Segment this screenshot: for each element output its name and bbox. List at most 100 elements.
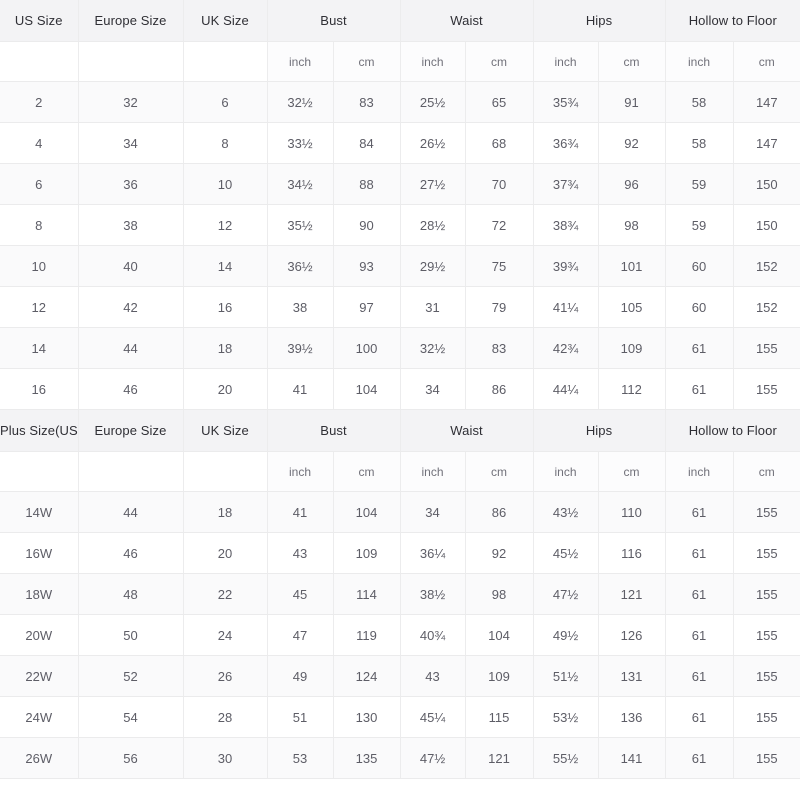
column-header-europe-size: Europe Size bbox=[78, 0, 184, 42]
cell-us-size: 4 bbox=[0, 122, 79, 164]
cell-uk-size: 12 bbox=[183, 204, 268, 246]
cell-bust-cm: 109 bbox=[333, 532, 401, 574]
table-row: 22W 52 26 49 124 43 109 51½ 131 61 155 bbox=[0, 655, 800, 697]
cell-us-size: 16 bbox=[0, 368, 79, 410]
cell-waist-cm: 68 bbox=[465, 122, 534, 164]
cell-bust-inch: 45 bbox=[267, 573, 334, 615]
cell-bust-cm: 88 bbox=[333, 163, 401, 205]
plus-unit-cell-hips-cm: cm bbox=[598, 451, 666, 492]
cell-hollow-inch: 61 bbox=[665, 655, 734, 697]
unit-cell-hollow-cm: cm bbox=[733, 41, 800, 82]
table-row: 2 32 6 32½ 83 25½ 65 35¾ 91 58 147 bbox=[0, 81, 800, 123]
plus-unit-cell-blank-eu bbox=[78, 451, 184, 492]
cell-hollow-inch: 58 bbox=[665, 122, 734, 164]
cell-waist-inch: 34 bbox=[400, 491, 466, 533]
cell-bust-cm: 104 bbox=[333, 491, 401, 533]
cell-hollow-cm: 155 bbox=[733, 327, 800, 369]
cell-hollow-cm: 147 bbox=[733, 122, 800, 164]
cell-bust-cm: 84 bbox=[333, 122, 401, 164]
cell-hips-cm: 110 bbox=[598, 491, 666, 533]
cell-waist-inch: 29½ bbox=[400, 245, 466, 287]
cell-waist-inch: 28½ bbox=[400, 204, 466, 246]
cell-waist-inch: 32½ bbox=[400, 327, 466, 369]
cell-waist-inch: 45¼ bbox=[400, 696, 466, 738]
column-header-plus-bust: Bust bbox=[267, 410, 401, 452]
cell-europe-size: 40 bbox=[78, 245, 184, 287]
cell-waist-cm: 72 bbox=[465, 204, 534, 246]
cell-hollow-inch: 59 bbox=[665, 163, 734, 205]
cell-waist-cm: 65 bbox=[465, 81, 534, 123]
cell-europe-size: 48 bbox=[78, 573, 184, 615]
cell-bust-inch: 51 bbox=[267, 696, 334, 738]
cell-bust-inch: 34½ bbox=[267, 163, 334, 205]
cell-europe-size: 54 bbox=[78, 696, 184, 738]
plus-unit-cell-hips-inch: inch bbox=[533, 451, 599, 492]
cell-europe-size: 44 bbox=[78, 491, 184, 533]
cell-hollow-cm: 147 bbox=[733, 81, 800, 123]
cell-waist-inch: 40¾ bbox=[400, 614, 466, 656]
cell-hips-inch: 44¼ bbox=[533, 368, 599, 410]
cell-bust-inch: 41 bbox=[267, 368, 334, 410]
size-chart-container: US Size Europe Size UK Size Bust Waist H… bbox=[0, 0, 800, 800]
cell-hollow-inch: 61 bbox=[665, 573, 734, 615]
cell-europe-size: 42 bbox=[78, 286, 184, 328]
cell-hips-cm: 96 bbox=[598, 163, 666, 205]
cell-hips-cm: 136 bbox=[598, 696, 666, 738]
cell-europe-size: 38 bbox=[78, 204, 184, 246]
cell-hips-inch: 51½ bbox=[533, 655, 599, 697]
plus-size-table: Plus Size(US) Europe Size UK Size Bust W… bbox=[0, 410, 800, 779]
plus-table-header-row: Plus Size(US) Europe Size UK Size Bust W… bbox=[0, 410, 800, 452]
cell-hips-inch: 45½ bbox=[533, 532, 599, 574]
cell-europe-size: 56 bbox=[78, 737, 184, 779]
standard-table-header-row: US Size Europe Size UK Size Bust Waist H… bbox=[0, 0, 800, 42]
cell-uk-size: 24 bbox=[183, 614, 268, 656]
cell-us-size: 12 bbox=[0, 286, 79, 328]
table-row: 6 36 10 34½ 88 27½ 70 37¾ 96 59 150 bbox=[0, 163, 800, 205]
cell-waist-cm: 75 bbox=[465, 245, 534, 287]
plus-unit-cell-blank-us bbox=[0, 451, 79, 492]
cell-waist-cm: 98 bbox=[465, 573, 534, 615]
cell-waist-inch: 43 bbox=[400, 655, 466, 697]
unit-cell-bust-inch: inch bbox=[267, 41, 334, 82]
cell-uk-size: 18 bbox=[183, 491, 268, 533]
cell-hips-cm: 92 bbox=[598, 122, 666, 164]
table-row: 24W 54 28 51 130 45¼ 115 53½ 136 61 155 bbox=[0, 696, 800, 738]
plus-unit-cell-waist-cm: cm bbox=[465, 451, 534, 492]
unit-cell-blank-eu bbox=[78, 41, 184, 82]
cell-hollow-inch: 60 bbox=[665, 286, 734, 328]
plus-table-body: 14W 44 18 41 104 34 86 43½ 110 61 155 16W 46 20 43 109 3… bbox=[0, 491, 800, 779]
cell-us-size: 10 bbox=[0, 245, 79, 287]
cell-bust-cm: 135 bbox=[333, 737, 401, 779]
unit-cell-hips-inch: inch bbox=[533, 41, 599, 82]
cell-hollow-cm: 155 bbox=[733, 737, 800, 779]
cell-hips-inch: 39¾ bbox=[533, 245, 599, 287]
cell-hollow-cm: 155 bbox=[733, 368, 800, 410]
cell-bust-inch: 53 bbox=[267, 737, 334, 779]
cell-hips-inch: 53½ bbox=[533, 696, 599, 738]
cell-bust-cm: 119 bbox=[333, 614, 401, 656]
cell-bust-inch: 33½ bbox=[267, 122, 334, 164]
cell-hollow-cm: 152 bbox=[733, 286, 800, 328]
cell-bust-inch: 32½ bbox=[267, 81, 334, 123]
cell-us-size: 22W bbox=[0, 655, 79, 697]
cell-waist-cm: 104 bbox=[465, 614, 534, 656]
cell-bust-inch: 35½ bbox=[267, 204, 334, 246]
cell-hips-cm: 98 bbox=[598, 204, 666, 246]
column-header-plus-hips: Hips bbox=[533, 410, 666, 452]
column-header-plus-europe-size: Europe Size bbox=[78, 410, 184, 452]
column-header-hollow-to-floor: Hollow to Floor bbox=[665, 0, 800, 42]
cell-us-size: 20W bbox=[0, 614, 79, 656]
plus-unit-cell-blank-uk bbox=[183, 451, 268, 492]
unit-cell-bust-cm: cm bbox=[333, 41, 401, 82]
unit-cell-waist-cm: cm bbox=[465, 41, 534, 82]
cell-us-size: 18W bbox=[0, 573, 79, 615]
cell-hollow-cm: 155 bbox=[733, 532, 800, 574]
standard-table-body: 2 32 6 32½ 83 25½ 65 35¾ 91 58 147 4 34 8 33½ 84 26½ 68 36… bbox=[0, 81, 800, 410]
cell-waist-inch: 36¼ bbox=[400, 532, 466, 574]
column-header-uk-size: UK Size bbox=[183, 0, 268, 42]
table-row: 16 46 20 41 104 34 86 44¼ 112 61 155 bbox=[0, 368, 800, 410]
plus-unit-cell-waist-inch: inch bbox=[400, 451, 466, 492]
cell-hollow-inch: 61 bbox=[665, 614, 734, 656]
table-row: 8 38 12 35½ 90 28½ 72 38¾ 98 59 150 bbox=[0, 204, 800, 246]
column-header-plus-hollow-to-floor: Hollow to Floor bbox=[665, 410, 800, 452]
